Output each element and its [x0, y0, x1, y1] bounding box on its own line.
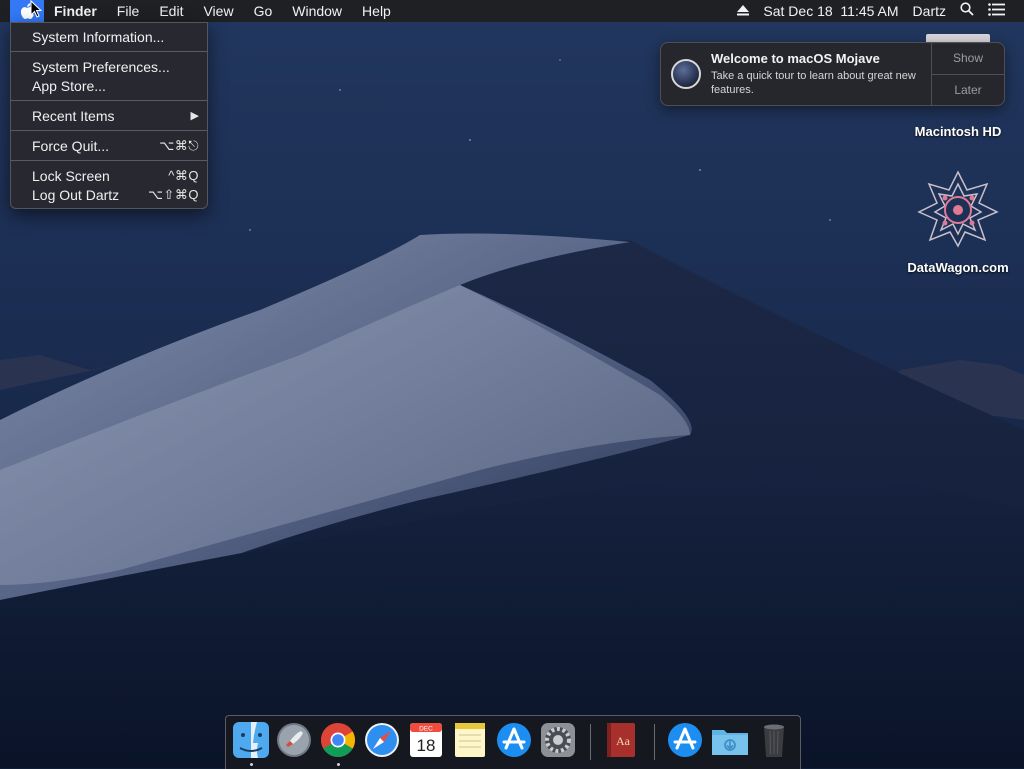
downloads-folder-icon[interactable]: [710, 721, 750, 761]
user-menu[interactable]: Dartz: [906, 0, 953, 22]
dock-separator: [654, 724, 655, 760]
menu-item-system-information[interactable]: System Information...: [11, 27, 207, 46]
app-store-icon[interactable]: [495, 721, 535, 761]
menu-item-label: Force Quit...: [32, 137, 110, 154]
menu-item-lock-screen[interactable]: Lock Screen ^⌘Q: [11, 166, 207, 185]
menu-separator: [11, 51, 207, 52]
dock-separator: [590, 724, 591, 760]
menu-separator: [11, 130, 207, 131]
apple-menu-dropdown: System Information... System Preferences…: [10, 22, 208, 209]
menu-bar-left: Finder File Edit View Go Window Help: [0, 0, 401, 22]
menu-shortcut: ⌥⇧⌘Q: [148, 186, 199, 202]
menu-edit[interactable]: Edit: [149, 0, 193, 22]
menu-item-label: Log Out Dartz: [32, 186, 120, 203]
system-preferences-icon[interactable]: [539, 721, 579, 761]
dock: DEC 18 Aa: [225, 715, 801, 769]
app-store-downloads-icon[interactable]: [666, 721, 706, 761]
menu-item-log-out[interactable]: Log Out Dartz ⌥⇧⌘Q: [11, 185, 207, 204]
finder-icon[interactable]: [232, 721, 272, 761]
menu-item-label: Lock Screen: [32, 167, 110, 184]
menu-view[interactable]: View: [193, 0, 243, 22]
notification-message: Take a quick tour to learn about great n…: [711, 70, 916, 96]
chrome-icon[interactable]: [319, 721, 359, 761]
menu-item-system-preferences[interactable]: System Preferences...: [11, 57, 207, 76]
menu-separator: [11, 160, 207, 161]
clock[interactable]: Sat Dec 18 11:45 AM: [756, 0, 905, 22]
menu-item-app-store[interactable]: App Store...: [11, 76, 207, 95]
notification-later-button[interactable]: Later: [932, 73, 1004, 106]
submenu-arrow-icon: ▶: [190, 110, 199, 122]
notes-icon[interactable]: [451, 721, 491, 761]
desktop-icon-label: Macintosh HD: [914, 124, 1002, 139]
dictionary-glyph: Aa: [616, 734, 631, 748]
datawagon-icon: [917, 170, 999, 248]
menu-window[interactable]: Window: [282, 0, 352, 22]
list-icon[interactable]: [981, 0, 1012, 22]
menu-item-recent-items[interactable]: Recent Items ▶: [11, 106, 207, 125]
macos-mojave-icon: [671, 59, 701, 89]
desktop-icon-datawagon[interactable]: DataWagon.com: [900, 168, 1016, 275]
calendar-icon[interactable]: DEC 18: [407, 721, 447, 761]
notification-text: Welcome to macOS Mojave Take a quick tou…: [711, 51, 921, 105]
running-indicator: [337, 763, 340, 766]
menu-item-label: System Information...: [32, 28, 165, 45]
menu-item-label: App Store...: [32, 77, 106, 94]
notification-banner[interactable]: Welcome to macOS Mojave Take a quick tou…: [660, 42, 1005, 106]
menu-separator: [11, 100, 207, 101]
search-icon[interactable]: [953, 0, 981, 22]
menu-app-name[interactable]: Finder: [44, 0, 107, 22]
calendar-day: 18: [417, 736, 436, 755]
calendar-month: DEC: [419, 726, 433, 733]
dictionary-icon[interactable]: Aa: [602, 721, 642, 761]
menu-item-force-quit[interactable]: Force Quit... ⌥⌘⎋: [11, 136, 207, 155]
menu-item-label: Recent Items: [32, 107, 115, 124]
menu-file[interactable]: File: [107, 0, 150, 22]
menu-item-label: System Preferences...: [32, 58, 170, 75]
notification-actions: Show Later: [931, 43, 1004, 105]
menu-help[interactable]: Help: [352, 0, 401, 22]
menu-go[interactable]: Go: [244, 0, 283, 22]
mouse-cursor-icon: [30, 0, 42, 18]
desktop-icon-macintosh-hd[interactable]: Macintosh HD: [906, 104, 1010, 139]
trash-icon[interactable]: [755, 721, 795, 761]
menu-shortcut: ⌥⌘⎋: [159, 137, 199, 153]
desktop-icon-label: DataWagon.com: [907, 260, 1009, 275]
notification-show-button[interactable]: Show: [932, 43, 1004, 74]
safari-icon[interactable]: [363, 721, 403, 761]
eject-icon[interactable]: [730, 0, 756, 22]
menu-bar: Finder File Edit View Go Window Help Sat…: [0, 0, 1024, 22]
menu-shortcut: ^⌘Q: [168, 167, 199, 183]
menu-bar-status: Sat Dec 18 11:45 AM Dartz: [730, 0, 1024, 22]
launchpad-icon[interactable]: [275, 721, 315, 761]
notification-content[interactable]: Welcome to macOS Mojave Take a quick tou…: [661, 43, 931, 105]
running-indicator: [250, 763, 253, 766]
notification-title: Welcome to macOS Mojave: [711, 51, 880, 66]
